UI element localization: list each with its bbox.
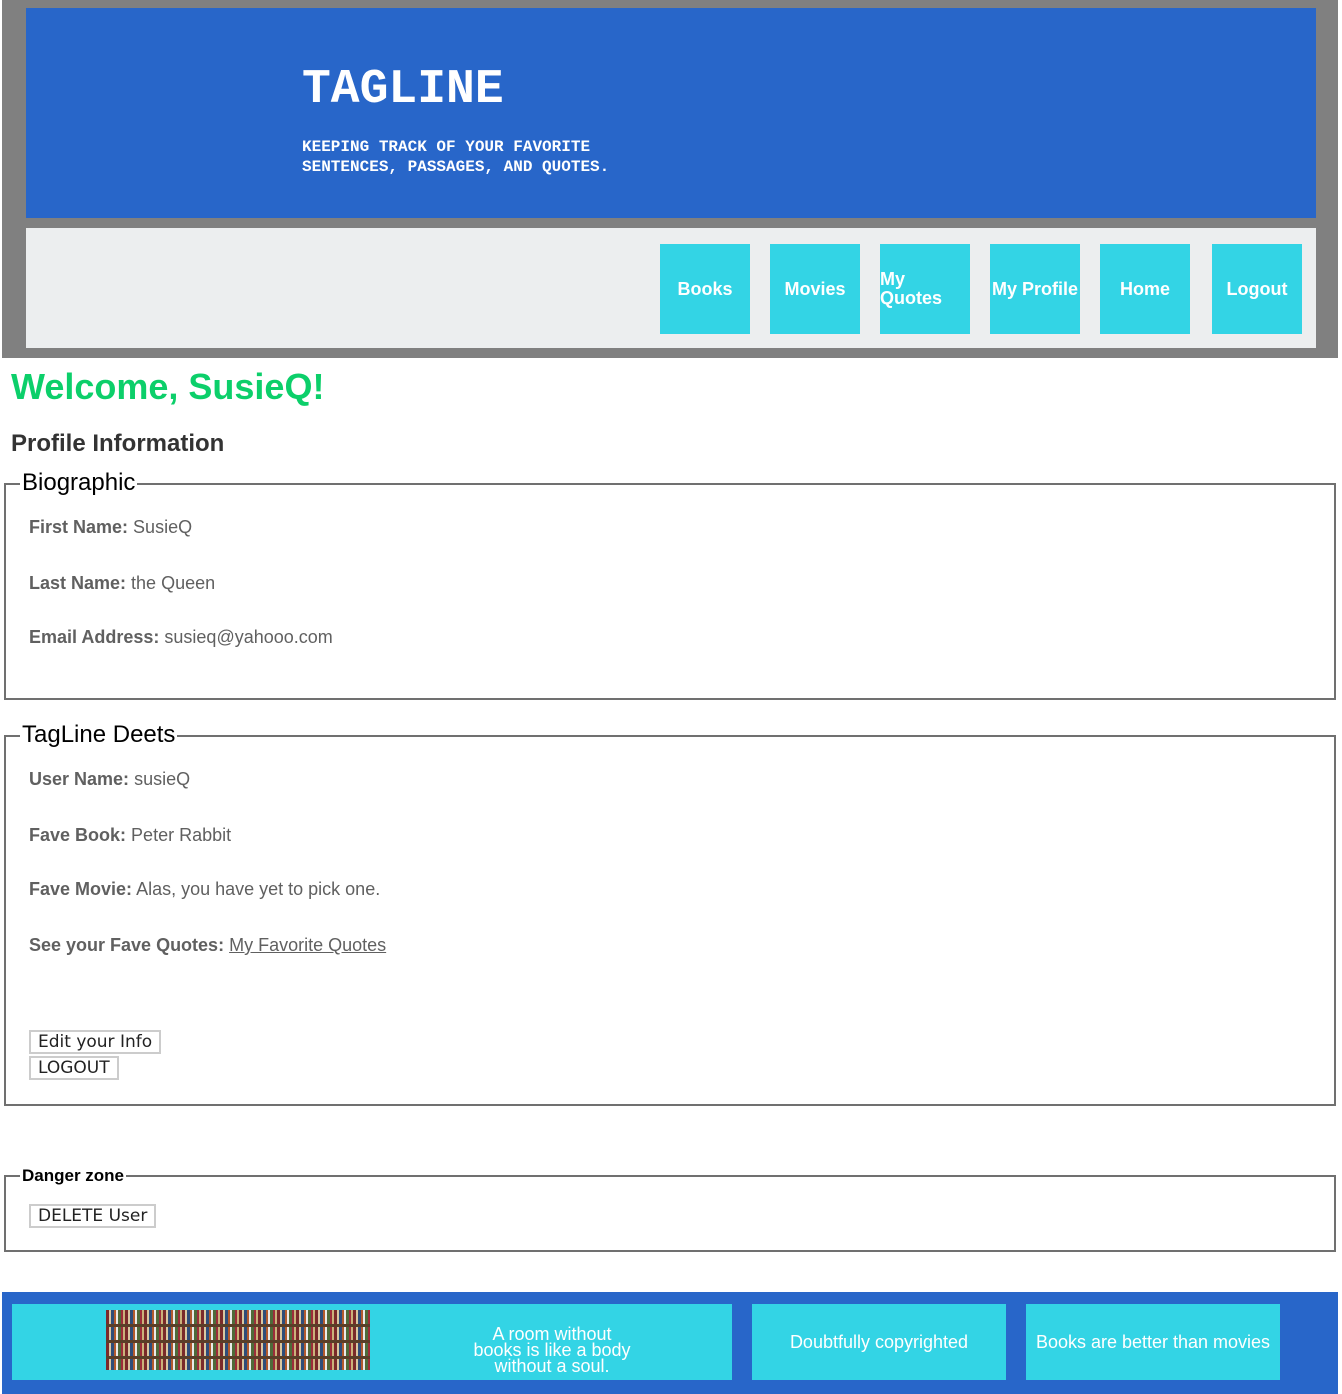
fave-book-label: Fave Book: — [29, 825, 127, 845]
nav-my-profile-button[interactable]: My Profile — [990, 244, 1080, 334]
footer-quote-box: A room without books is like a body with… — [12, 1304, 732, 1380]
danger-zone-legend: Danger zone — [20, 1165, 127, 1187]
site-banner: TAGLINE KEEPING TRACK OF YOUR FAVORITE S… — [26, 8, 1316, 218]
email-label: Email Address: — [29, 627, 160, 647]
welcome-heading: Welcome, SusieQ! — [11, 366, 325, 407]
bookshelf-image — [106, 1310, 370, 1370]
nav-logout-button[interactable]: Logout — [1212, 244, 1302, 334]
fave-quotes-row: See your Fave Quotes: My Favorite Quotes — [29, 934, 386, 956]
delete-user-button[interactable]: DELETE User — [29, 1204, 157, 1228]
nav-movies-button[interactable]: Movies — [770, 244, 860, 334]
last-name-value: the Queen — [131, 573, 216, 593]
email-row: Email Address: susieq@yahooo.com — [29, 626, 333, 648]
fave-quotes-link[interactable]: My Favorite Quotes — [229, 935, 386, 955]
fave-movie-value: Alas, you have yet to pick one. — [136, 879, 381, 899]
logout-button[interactable]: LOGOUT — [29, 1056, 119, 1080]
tagline-deets-fieldset: TagLine Deets User Name: susieQ Fave Boo… — [4, 721, 1336, 1106]
site-title: TAGLINE — [302, 63, 504, 117]
user-name-value: susieQ — [134, 769, 191, 789]
fave-quotes-label: See your Fave Quotes: — [29, 935, 225, 955]
biographic-fieldset: Biographic First Name: SusieQ Last Name:… — [4, 469, 1336, 700]
fave-movie-label: Fave Movie: — [29, 879, 133, 899]
last-name-row: Last Name: the Queen — [29, 572, 215, 594]
profile-info-heading: Profile Information — [11, 430, 225, 457]
site-tagline: KEEPING TRACK OF YOUR FAVORITE SENTENCES… — [302, 138, 610, 176]
nav-my-quotes-button[interactable]: My Quotes — [880, 244, 970, 334]
last-name-label: Last Name: — [29, 573, 127, 593]
site-footer: A room without books is like a body with… — [2, 1292, 1338, 1394]
nav-books-button[interactable]: Books — [660, 244, 750, 334]
email-value: susieq@yahooo.com — [164, 627, 333, 647]
main-nav: Books Movies My Quotes My Profile Home L… — [26, 228, 1316, 348]
header-frame: TAGLINE KEEPING TRACK OF YOUR FAVORITE S… — [2, 0, 1338, 358]
fave-book-value: Peter Rabbit — [131, 825, 232, 845]
footer-copyright: Doubtfully copyrighted — [752, 1304, 1006, 1380]
nav-home-button[interactable]: Home — [1100, 244, 1190, 334]
first-name-label: First Name: — [29, 517, 129, 537]
fave-movie-row: Fave Movie: Alas, you have yet to pick o… — [29, 878, 380, 900]
fave-book-row: Fave Book: Peter Rabbit — [29, 824, 231, 846]
edit-info-button[interactable]: Edit your Info — [29, 1030, 162, 1054]
user-name-row: User Name: susieQ — [29, 768, 190, 790]
tagline-deets-legend: TagLine Deets — [20, 721, 178, 749]
first-name-row: First Name: SusieQ — [29, 516, 192, 538]
user-name-label: User Name: — [29, 769, 130, 789]
footer-motto: Books are better than movies — [1026, 1304, 1280, 1380]
danger-zone-fieldset: Danger zone DELETE User — [4, 1165, 1336, 1252]
biographic-legend: Biographic — [20, 469, 138, 497]
footer-quote: A room without books is like a body with… — [473, 1324, 631, 1376]
first-name-value: SusieQ — [133, 517, 193, 537]
